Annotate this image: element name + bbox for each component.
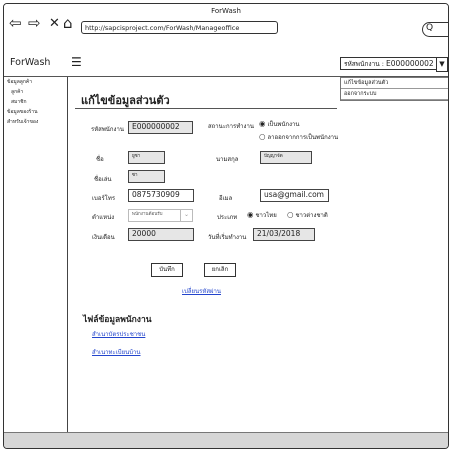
user-select-value: E000000002	[386, 59, 434, 68]
menu-item-logout[interactable]: ออกจากระบบ	[341, 89, 448, 100]
status-employed-radio[interactable]: ◉ เป็นพนักงาน	[259, 119, 300, 129]
position-select-value: พนักงานต้อนรับ	[132, 212, 163, 217]
status-resigned-label: ลาออกจากการเป็นพนักงาน	[267, 134, 339, 141]
radio-empty-icon: ○	[287, 210, 294, 219]
last-name-input[interactable]: ปัญญาจัด	[260, 151, 312, 164]
user-select[interactable]: รหัสพนักงาน : E000000002 ▼	[340, 57, 448, 72]
email-label: อีเมล	[219, 195, 233, 202]
employee-id-label: รหัสพนักงาน	[91, 126, 124, 133]
sidebar-item-customers[interactable]: ลูกค้า	[4, 87, 67, 97]
status-employed-label: เป็นพนักงาน	[267, 121, 300, 128]
cancel-button[interactable]: ยกเลิก	[204, 263, 236, 277]
url-bar[interactable]: http://sapcisproject.com/ForWash/Manageo…	[81, 21, 278, 34]
nickname-label: ชื่อเล่น	[94, 176, 112, 183]
page-title: แก้ไขข้อมูลส่วนตัว	[81, 94, 170, 107]
nationality-foreign-label: ชาวต่างชาติ	[295, 212, 328, 219]
brand-logo[interactable]: ForWash	[10, 57, 50, 68]
house-registration-copy-link[interactable]: สำเนาทะเบียนบ้าน	[92, 347, 141, 357]
home-icon[interactable]: ⌂	[63, 16, 73, 31]
first-name-label: ชื่อ	[96, 156, 104, 163]
start-date-field: 21/03/2018	[253, 228, 315, 241]
status-label: สถานะการทำงาน	[208, 123, 254, 130]
forward-icon[interactable]: ⇨	[28, 16, 41, 31]
chevron-down-icon[interactable]: ▼	[436, 57, 448, 72]
radio-selected-icon: ◉	[259, 119, 266, 128]
email-input[interactable]: usa@gmail.com	[260, 189, 329, 202]
salary-label: เงินเดือน	[92, 234, 115, 241]
nationality-thai-label: ชาวไทย	[255, 212, 277, 219]
nationality-label: ประเภท	[217, 214, 238, 221]
radio-selected-icon: ◉	[247, 210, 254, 219]
sidebar-item-members[interactable]: สมาชิก	[4, 97, 67, 107]
close-icon[interactable]: ✕	[49, 16, 60, 31]
salary-field: 20000	[128, 228, 194, 241]
user-dropdown-menu: แก้ไขข้อมูลส่วนตัว ออกจากระบบ	[340, 77, 448, 101]
user-select-prefix: รหัสพนักงาน :	[344, 60, 384, 68]
app-window: ForWash ⇦ ⇨ ✕ ⌂ http://sapcisproject.com…	[3, 3, 449, 449]
change-password-link[interactable]: เปลี่ยนรหัสผ่าน	[182, 286, 221, 296]
employee-id-field: E000000002	[128, 121, 193, 134]
title-divider	[75, 108, 337, 109]
sidebar-item-owner[interactable]: สำหรับเจ้าของ	[4, 117, 67, 127]
position-select[interactable]: พนักงานต้อนรับ ⌄	[128, 209, 193, 222]
nationality-thai-radio[interactable]: ◉ ชาวไทย	[247, 210, 277, 220]
employee-files-title: ไฟล์ข้อมูลพนักงาน	[83, 315, 152, 325]
hamburger-menu-icon[interactable]: ☰	[71, 56, 82, 68]
last-name-label: นามสกุล	[216, 156, 239, 163]
status-resigned-radio[interactable]: ○ ลาออกจากการเป็นพนักงาน	[259, 132, 338, 142]
app-header: ForWash ☰ รหัสพนักงาน : E000000002 ▼	[4, 50, 448, 77]
sidebar-item-customer-data[interactable]: ข้อมูลลูกค้า	[4, 77, 67, 87]
menu-item-edit-profile[interactable]: แก้ไขข้อมูลส่วนตัว	[341, 78, 448, 89]
first-name-input[interactable]: ยูซา	[128, 151, 165, 164]
id-card-copy-link[interactable]: สำเนาบัตรประชาชน	[92, 329, 145, 339]
radio-empty-icon: ○	[259, 132, 266, 141]
status-bar	[4, 432, 448, 448]
position-label: ตำแหน่ง	[92, 214, 115, 221]
phone-label: เบอร์โทร	[92, 195, 116, 202]
phone-input[interactable]: 0875730909	[128, 189, 194, 202]
browser-chrome: ForWash ⇦ ⇨ ✕ ⌂ http://sapcisproject.com…	[4, 4, 448, 51]
start-date-label: วันที่เริ่มทำงาน	[208, 234, 247, 241]
sidebar: ข้อมูลลูกค้า ลูกค้า สมาชิก ข้อมูลของร้าน…	[4, 77, 68, 437]
save-button[interactable]: บันทึก	[151, 263, 183, 277]
search-icon: Q	[426, 23, 434, 33]
chevron-down-icon: ⌄	[180, 210, 192, 221]
sidebar-item-shop-data[interactable]: ข้อมูลของร้าน	[4, 107, 67, 117]
browser-search[interactable]: Q	[422, 22, 448, 37]
back-icon[interactable]: ⇦	[9, 16, 22, 31]
nickname-input[interactable]: ซา	[128, 170, 165, 183]
nationality-foreign-radio[interactable]: ○ ชาวต่างชาติ	[287, 210, 328, 220]
